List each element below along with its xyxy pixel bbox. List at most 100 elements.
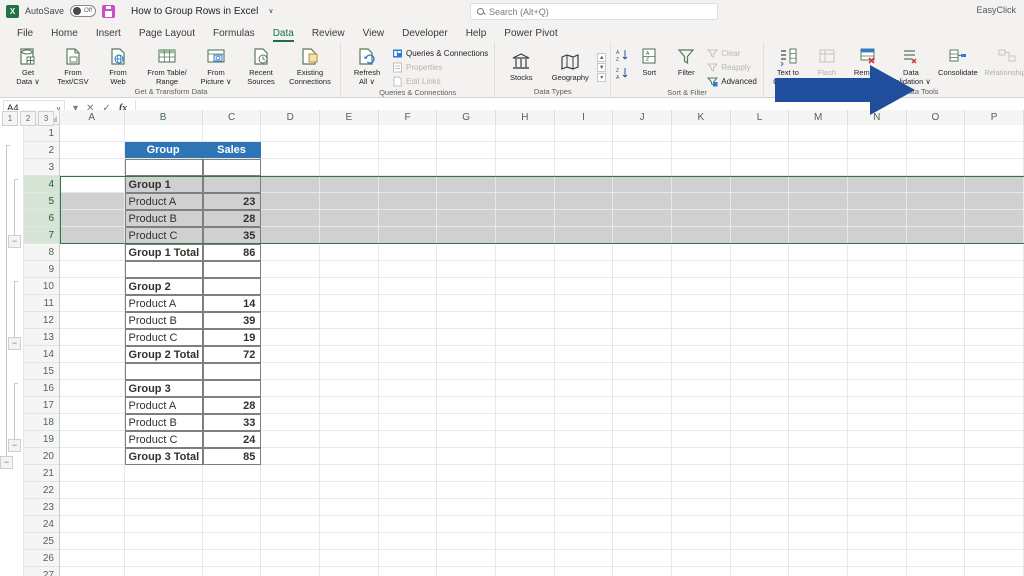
cell-G19[interactable] (437, 431, 497, 448)
row-header-24[interactable]: 24 (24, 516, 59, 533)
cell-H11[interactable] (496, 295, 555, 312)
data-validation-button[interactable]: Data Validation ∨ (891, 44, 931, 86)
cell-N6[interactable] (847, 210, 907, 227)
cell-P17[interactable] (965, 397, 1024, 414)
cell-B18[interactable]: Product B (124, 414, 203, 431)
cell-G5[interactable] (437, 193, 497, 210)
cell-A18[interactable] (60, 414, 125, 431)
cell-I26[interactable] (554, 550, 614, 567)
cell-B27[interactable] (125, 567, 203, 576)
cell-M10[interactable] (789, 278, 848, 295)
cell-F1[interactable] (378, 125, 438, 142)
cell-O20[interactable] (906, 448, 966, 465)
cell-C22[interactable] (202, 482, 262, 499)
cell-L5[interactable] (730, 193, 790, 210)
row-header-19[interactable]: 19 (24, 431, 59, 448)
cell-O2[interactable] (906, 142, 966, 159)
cell-G16[interactable] (437, 380, 497, 397)
column-header-K[interactable]: K (671, 110, 731, 125)
cell-M27[interactable] (789, 567, 849, 576)
column-header-H[interactable]: H (496, 110, 555, 125)
cell-O18[interactable] (906, 414, 966, 431)
cell-D16[interactable] (261, 380, 321, 397)
cell-P18[interactable] (965, 414, 1024, 431)
cell-M1[interactable] (789, 125, 849, 142)
cell-C18[interactable]: 33 (202, 414, 262, 431)
cell-J24[interactable] (613, 516, 673, 533)
cell-C19[interactable]: 24 (202, 431, 262, 448)
sort-button[interactable]: AZ Sort (631, 44, 667, 78)
cell-H5[interactable] (496, 193, 555, 210)
cell-B13[interactable]: Product C (124, 329, 203, 346)
cell-J11[interactable] (613, 295, 673, 312)
cell-J16[interactable] (613, 380, 672, 397)
cell-L21[interactable] (730, 465, 790, 482)
cell-M24[interactable] (789, 516, 849, 533)
cell-A13[interactable] (60, 329, 125, 346)
row-header-21[interactable]: 21 (24, 465, 59, 482)
row-header-23[interactable]: 23 (24, 499, 59, 516)
consolidate-button[interactable]: Consolidate (932, 44, 984, 78)
cell-I21[interactable] (554, 465, 614, 482)
cell-H2[interactable] (496, 142, 555, 159)
cell-I2[interactable] (554, 142, 614, 159)
cell-K24[interactable] (672, 516, 731, 533)
column-header-N[interactable]: N (847, 110, 907, 125)
cell-H22[interactable] (496, 482, 555, 499)
cell-D12[interactable] (261, 312, 321, 329)
cell-E13[interactable] (320, 329, 379, 346)
refresh-all-button[interactable]: Refresh All ∨ (345, 44, 389, 86)
cell-J25[interactable] (613, 533, 673, 550)
cell-K8[interactable] (672, 244, 731, 261)
cell-M26[interactable] (789, 550, 849, 567)
row-header-3[interactable]: 3 (24, 159, 59, 176)
column-header-F[interactable]: F (378, 110, 438, 125)
cell-L10[interactable] (730, 278, 790, 295)
cell-L26[interactable] (730, 550, 790, 567)
cell-A17[interactable] (60, 397, 125, 414)
cell-K26[interactable] (672, 550, 731, 567)
cell-G6[interactable] (437, 210, 497, 227)
row-header-18[interactable]: 18 (24, 414, 59, 431)
cell-B15[interactable] (124, 363, 203, 380)
existing-connections-button[interactable]: Existing Connections (284, 44, 336, 86)
outline-level-1-button[interactable]: 1 (2, 111, 18, 126)
cell-P12[interactable] (965, 312, 1024, 329)
cell-N21[interactable] (848, 465, 907, 482)
cell-D8[interactable] (261, 244, 321, 261)
cell-N17[interactable] (847, 397, 907, 414)
cell-I27[interactable] (555, 567, 614, 576)
cell-I4[interactable] (554, 176, 614, 193)
tab-home[interactable]: Home (42, 26, 87, 42)
cell-I1[interactable] (554, 125, 614, 142)
cell-G13[interactable] (437, 329, 497, 346)
column-header-D[interactable]: D (261, 110, 321, 125)
cell-K15[interactable] (671, 363, 731, 380)
cell-M8[interactable] (789, 244, 848, 261)
cell-C9[interactable] (202, 261, 262, 278)
cell-M23[interactable] (789, 499, 849, 516)
cell-O12[interactable] (906, 312, 966, 329)
cell-E18[interactable] (320, 414, 379, 431)
cell-F27[interactable] (379, 567, 438, 576)
cell-G25[interactable] (437, 533, 497, 550)
cell-C26[interactable] (202, 550, 262, 567)
cell-F8[interactable] (378, 244, 438, 261)
cell-A19[interactable] (60, 431, 125, 448)
cell-K21[interactable] (672, 465, 731, 482)
cell-K27[interactable] (672, 567, 731, 576)
column-header-J[interactable]: J (613, 110, 672, 125)
column-header-A[interactable]: A (60, 110, 125, 125)
cell-M15[interactable] (789, 363, 848, 380)
cell-N19[interactable] (847, 431, 907, 448)
cell-B12[interactable]: Product B (124, 312, 203, 329)
cell-G8[interactable] (437, 244, 497, 261)
cell-I14[interactable] (554, 346, 614, 363)
cell-J6[interactable] (613, 210, 673, 227)
cell-I19[interactable] (554, 431, 614, 448)
cell-B22[interactable] (124, 482, 203, 499)
cell-K5[interactable] (672, 193, 731, 210)
cell-J8[interactable] (613, 244, 673, 261)
cell-J27[interactable] (613, 567, 673, 576)
cell-P19[interactable] (965, 431, 1024, 448)
